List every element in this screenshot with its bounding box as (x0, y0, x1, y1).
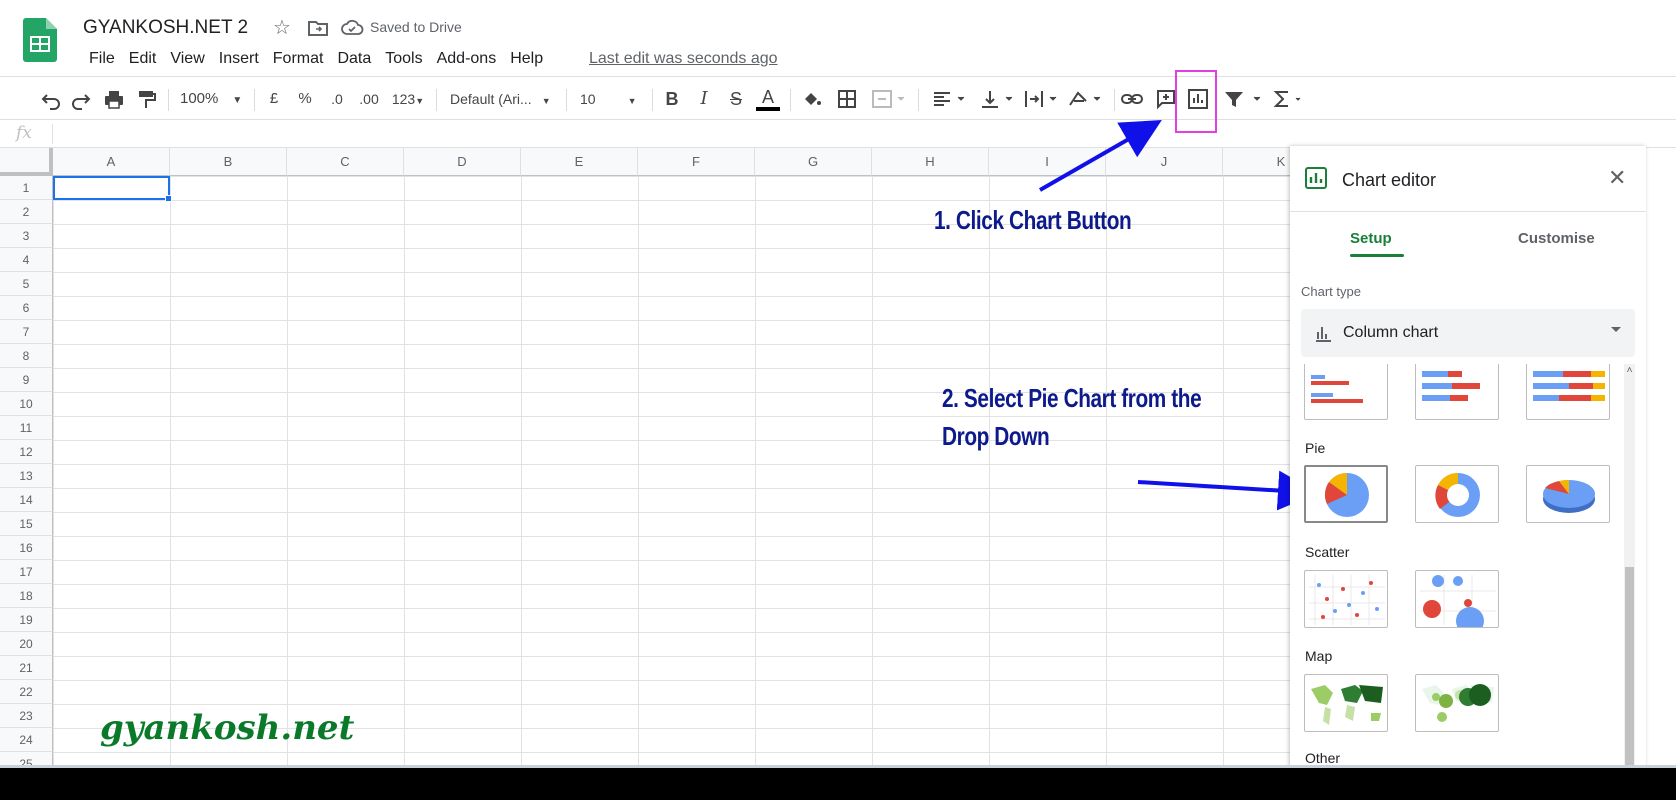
arrow-to-pie-chart (1137, 470, 1318, 511)
stacked-bar-thumbnail (1422, 371, 1480, 401)
chart-editor-icon (1305, 167, 1327, 189)
watermark-text: gyankosh.net (100, 708, 355, 748)
screen: GYANKOSH.NET 2 ☆ Saved to Drive File Edi… (0, 0, 1676, 800)
tab-setup[interactable]: Setup (1350, 230, 1392, 247)
caret-down-icon (1611, 327, 1621, 332)
chart-type-value: Column chart (1343, 324, 1439, 341)
close-icon[interactable]: ✕ (1608, 166, 1626, 190)
chart-type-select[interactable]: Column chart (1301, 309, 1635, 357)
scatter-chart-option[interactable] (1304, 570, 1388, 628)
scatter-chart-thumbnail (1309, 575, 1385, 625)
bar-chart-thumbnail (1311, 375, 1363, 403)
doughnut-chart-option[interactable] (1415, 465, 1499, 523)
dropdown-scrollbar[interactable]: ˄ (1624, 364, 1635, 768)
bubble-chart-option[interactable] (1415, 570, 1499, 628)
section-label-map: Map (1305, 648, 1333, 664)
3d-pie-chart-option[interactable] (1526, 465, 1610, 523)
column-chart-icon (1316, 327, 1331, 342)
tab-active-indicator (1350, 254, 1404, 257)
pie-chart-option[interactable] (1304, 465, 1388, 523)
pie-chart-thumbnail (1324, 472, 1369, 517)
scroll-up-icon[interactable]: ˄ (1624, 366, 1635, 376)
section-label-scatter: Scatter (1305, 544, 1350, 560)
scrollbar-thumb[interactable] (1625, 567, 1634, 768)
taskbar (0, 768, 1676, 800)
section-label-pie: Pie (1305, 440, 1326, 456)
chart-type-label: Chart type (1301, 284, 1361, 299)
bar-chart-option[interactable] (1304, 364, 1388, 420)
geo-chart-thumbnail (1311, 685, 1383, 725)
section-label-other: Other (1305, 750, 1341, 766)
doughnut-chart-thumbnail (1435, 472, 1480, 517)
panel-divider (1290, 211, 1646, 212)
geo-markers-chart-option[interactable] (1415, 674, 1499, 732)
bubble-chart-thumbnail (1420, 575, 1496, 627)
arrow-to-chart-button (1039, 120, 1162, 192)
chart-editor-title: Chart editor (1342, 170, 1437, 190)
geo-chart-option[interactable] (1304, 674, 1388, 732)
100-stacked-bar-thumbnail (1533, 371, 1605, 401)
chart-editor-panel: Chart editor ✕ Setup Customise Chart typ… (1290, 146, 1646, 768)
3d-pie-chart-thumbnail (1543, 479, 1595, 513)
geo-markers-thumbnail (1422, 684, 1494, 722)
100-stacked-bar-chart-option[interactable] (1526, 364, 1610, 420)
chart-type-dropdown: Pie Scatter Map Other ˄ (1301, 364, 1635, 768)
stacked-bar-chart-option[interactable] (1415, 364, 1499, 420)
tab-customise[interactable]: Customise (1518, 230, 1595, 247)
